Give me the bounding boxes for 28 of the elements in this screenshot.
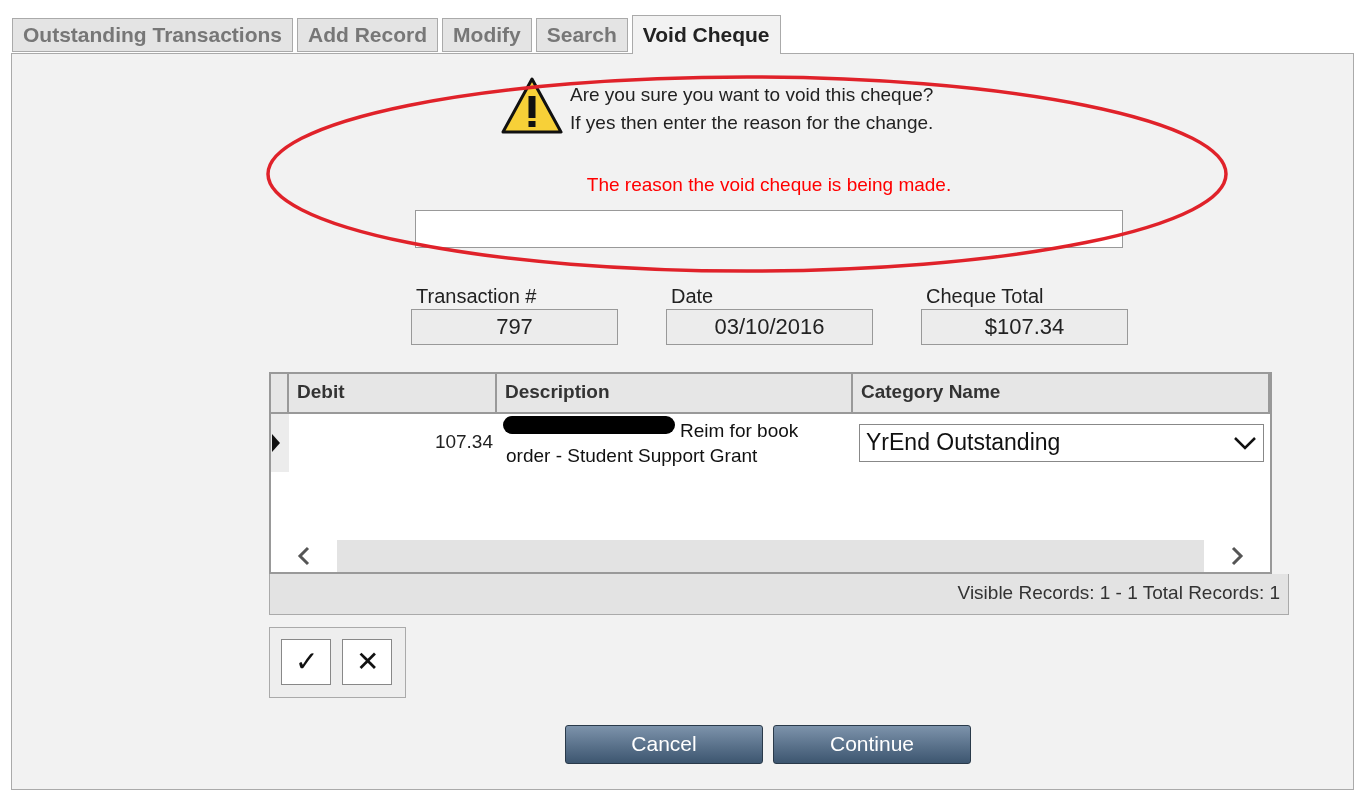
chevron-down-icon [1233,435,1257,450]
row-action-button[interactable]: ✕ [342,639,392,685]
record-count: Visible Records: 1 - 1 Total Records: 1 [957,581,1280,606]
column-header[interactable]: Description [497,373,853,412]
warning-icon [500,76,564,136]
column-header[interactable]: Category Name [853,373,1270,412]
readonly-field: 03/10/2016 [666,308,873,345]
readonly-field: $107.34 [921,308,1128,345]
field-label: Date [671,283,714,309]
tab[interactable]: Modify [442,18,532,52]
action-button[interactable]: Cancel [565,724,763,764]
warning-text: If yes then enter the reason for the change. [570,111,934,135]
category-dropdown[interactable]: YrEnd Outstanding [859,423,1264,462]
reason-label: The reason the void cheque is being made. [586,173,952,197]
table-cell: Reim for book order - Student Support Grant [497,413,853,472]
tab[interactable]: Outstanding Transactions [12,18,294,52]
reason-field[interactable] [415,209,1123,248]
field-label: Transaction # [416,283,537,309]
warning-text: Are you sure you want to void this cheque? [570,83,934,107]
tab[interactable]: Void Cheque [631,15,781,54]
tab[interactable]: Search [535,18,628,52]
readonly-field: 797 [411,308,618,345]
table-cell-text: 107.34 [433,430,494,455]
field-label: Cheque Total [926,283,1044,309]
tab[interactable]: Add Record [297,18,439,52]
column-header[interactable]: Debit [289,373,497,412]
action-button[interactable]: Continue [773,724,971,764]
row-action-button[interactable]: ✓ [281,639,331,685]
